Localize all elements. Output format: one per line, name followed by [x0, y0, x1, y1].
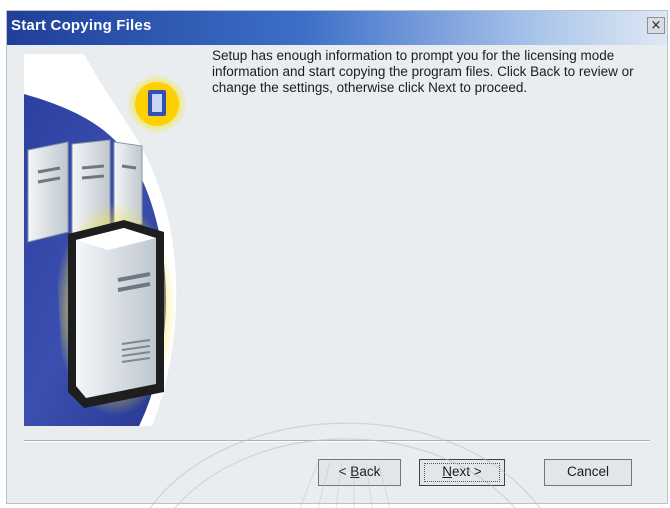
close-icon: ×	[650, 18, 662, 33]
server-tower-front	[68, 220, 164, 408]
back-label-mnemonic: B	[350, 464, 360, 479]
back-button[interactable]: < Back	[318, 459, 401, 486]
server-computers-illustration	[24, 54, 187, 426]
setup-message: Setup has enough information to prompt y…	[212, 48, 634, 95]
cancel-button[interactable]: Cancel	[544, 459, 632, 486]
back-label-rest: ack	[359, 464, 381, 479]
close-button[interactable]: ×	[647, 17, 665, 34]
side-illustration	[24, 54, 187, 426]
window-title: Start Copying Files	[11, 17, 152, 34]
focus-rectangle	[424, 463, 500, 482]
next-button[interactable]: Next >	[419, 459, 505, 486]
title-bar[interactable]: Start Copying Files ×	[7, 11, 667, 45]
back-label-prefix: <	[338, 464, 351, 479]
button-divider	[24, 440, 650, 442]
